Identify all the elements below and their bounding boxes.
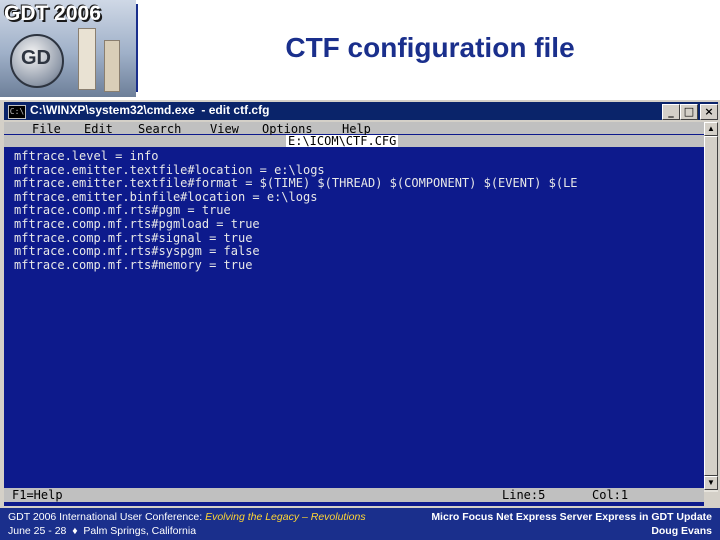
footer-topic: Micro Focus Net Express Server Express i… [431,511,712,523]
edit-menubar: File Edit Search View Options Help [4,122,704,136]
file-title-bar: E:\ICOM\CTF.CFG [4,135,704,147]
slide-footer: GDT 2006 International User Conference: … [0,508,720,540]
menu-search[interactable]: Search [138,122,181,136]
footer-dates: June 25 - 28 ♦ Palm Springs, California [8,525,197,537]
vertical-scrollbar[interactable]: ▲ ▼ [704,122,718,492]
minimize-button[interactable]: _ [662,104,680,120]
status-line: Line:5 [502,488,546,502]
gdt-logo: GD GDT 2006 [0,0,136,97]
close-button[interactable]: × [700,104,718,120]
code-line[interactable]: mftrace.emitter.textfile#location = e:\l… [14,163,325,178]
menu-view[interactable]: View [210,122,239,136]
status-help[interactable]: F1=Help [12,488,63,502]
code-line[interactable]: mftrace.emitter.binfile#location = e:\lo… [14,190,317,205]
code-line[interactable]: mftrace.emitter.textfile#format = $(TIME… [14,177,578,191]
maximize-button[interactable]: □ [680,104,698,120]
code-line[interactable]: mftrace.comp.mf.rts#pgmload = true [14,217,260,232]
status-bar: F1=Help Line:5 Col:1 [4,488,704,502]
footer-tagline: Evolving the Legacy – Revolutions [205,511,366,523]
code-line[interactable]: mftrace.comp.mf.rts#memory = true [14,258,252,273]
status-col: Col:1 [592,488,629,502]
scroll-down-icon[interactable]: ▼ [704,476,718,490]
code-line[interactable]: mftrace.comp.mf.rts#signal = true [14,231,252,246]
menu-options[interactable]: Options [262,122,313,136]
menu-help[interactable]: Help [342,122,371,136]
slide-title: CTF configuration file [285,32,575,63]
console-window: C:\ C:\WINXP\system32\cmd.exe - edit ctf… [0,100,720,508]
header-divider [136,4,138,92]
footer-author: Doug Evans [651,525,712,537]
menu-edit[interactable]: Edit [84,122,113,136]
window-titlebar[interactable]: C:\ C:\WINXP\system32\cmd.exe - edit ctf… [4,102,718,120]
logo-text: GDT 2006 [4,2,101,25]
scroll-thumb[interactable] [704,136,718,476]
console-icon[interactable]: C:\ [8,105,26,119]
scroll-up-icon[interactable]: ▲ [704,122,718,136]
logo-globe-icon: GD [10,34,64,88]
logo-mark: GD [21,47,51,69]
file-path: E:\ICOM\CTF.CFG [286,135,399,147]
code-line[interactable]: mftrace.comp.mf.rts#syspgm = false [14,245,260,259]
menu-file[interactable]: File [32,122,61,136]
code-line[interactable]: mftrace.comp.mf.rts#pgm = true [14,204,231,218]
window-title: C:\WINXP\system32\cmd.exe - edit ctf.cfg [30,103,270,117]
footer-conference: GDT 2006 International User Conference: … [8,511,366,523]
left-border [4,148,12,488]
logo-building-graphic [104,40,120,92]
logo-tower-graphic [78,28,96,90]
right-border [696,148,704,488]
edit-screen[interactable]: File Edit Search View Options Help E:\IC… [4,122,704,506]
code-line[interactable]: mftrace.level = info [14,149,159,164]
footer-conf-name: GDT 2006 International User Conference: [8,511,206,523]
